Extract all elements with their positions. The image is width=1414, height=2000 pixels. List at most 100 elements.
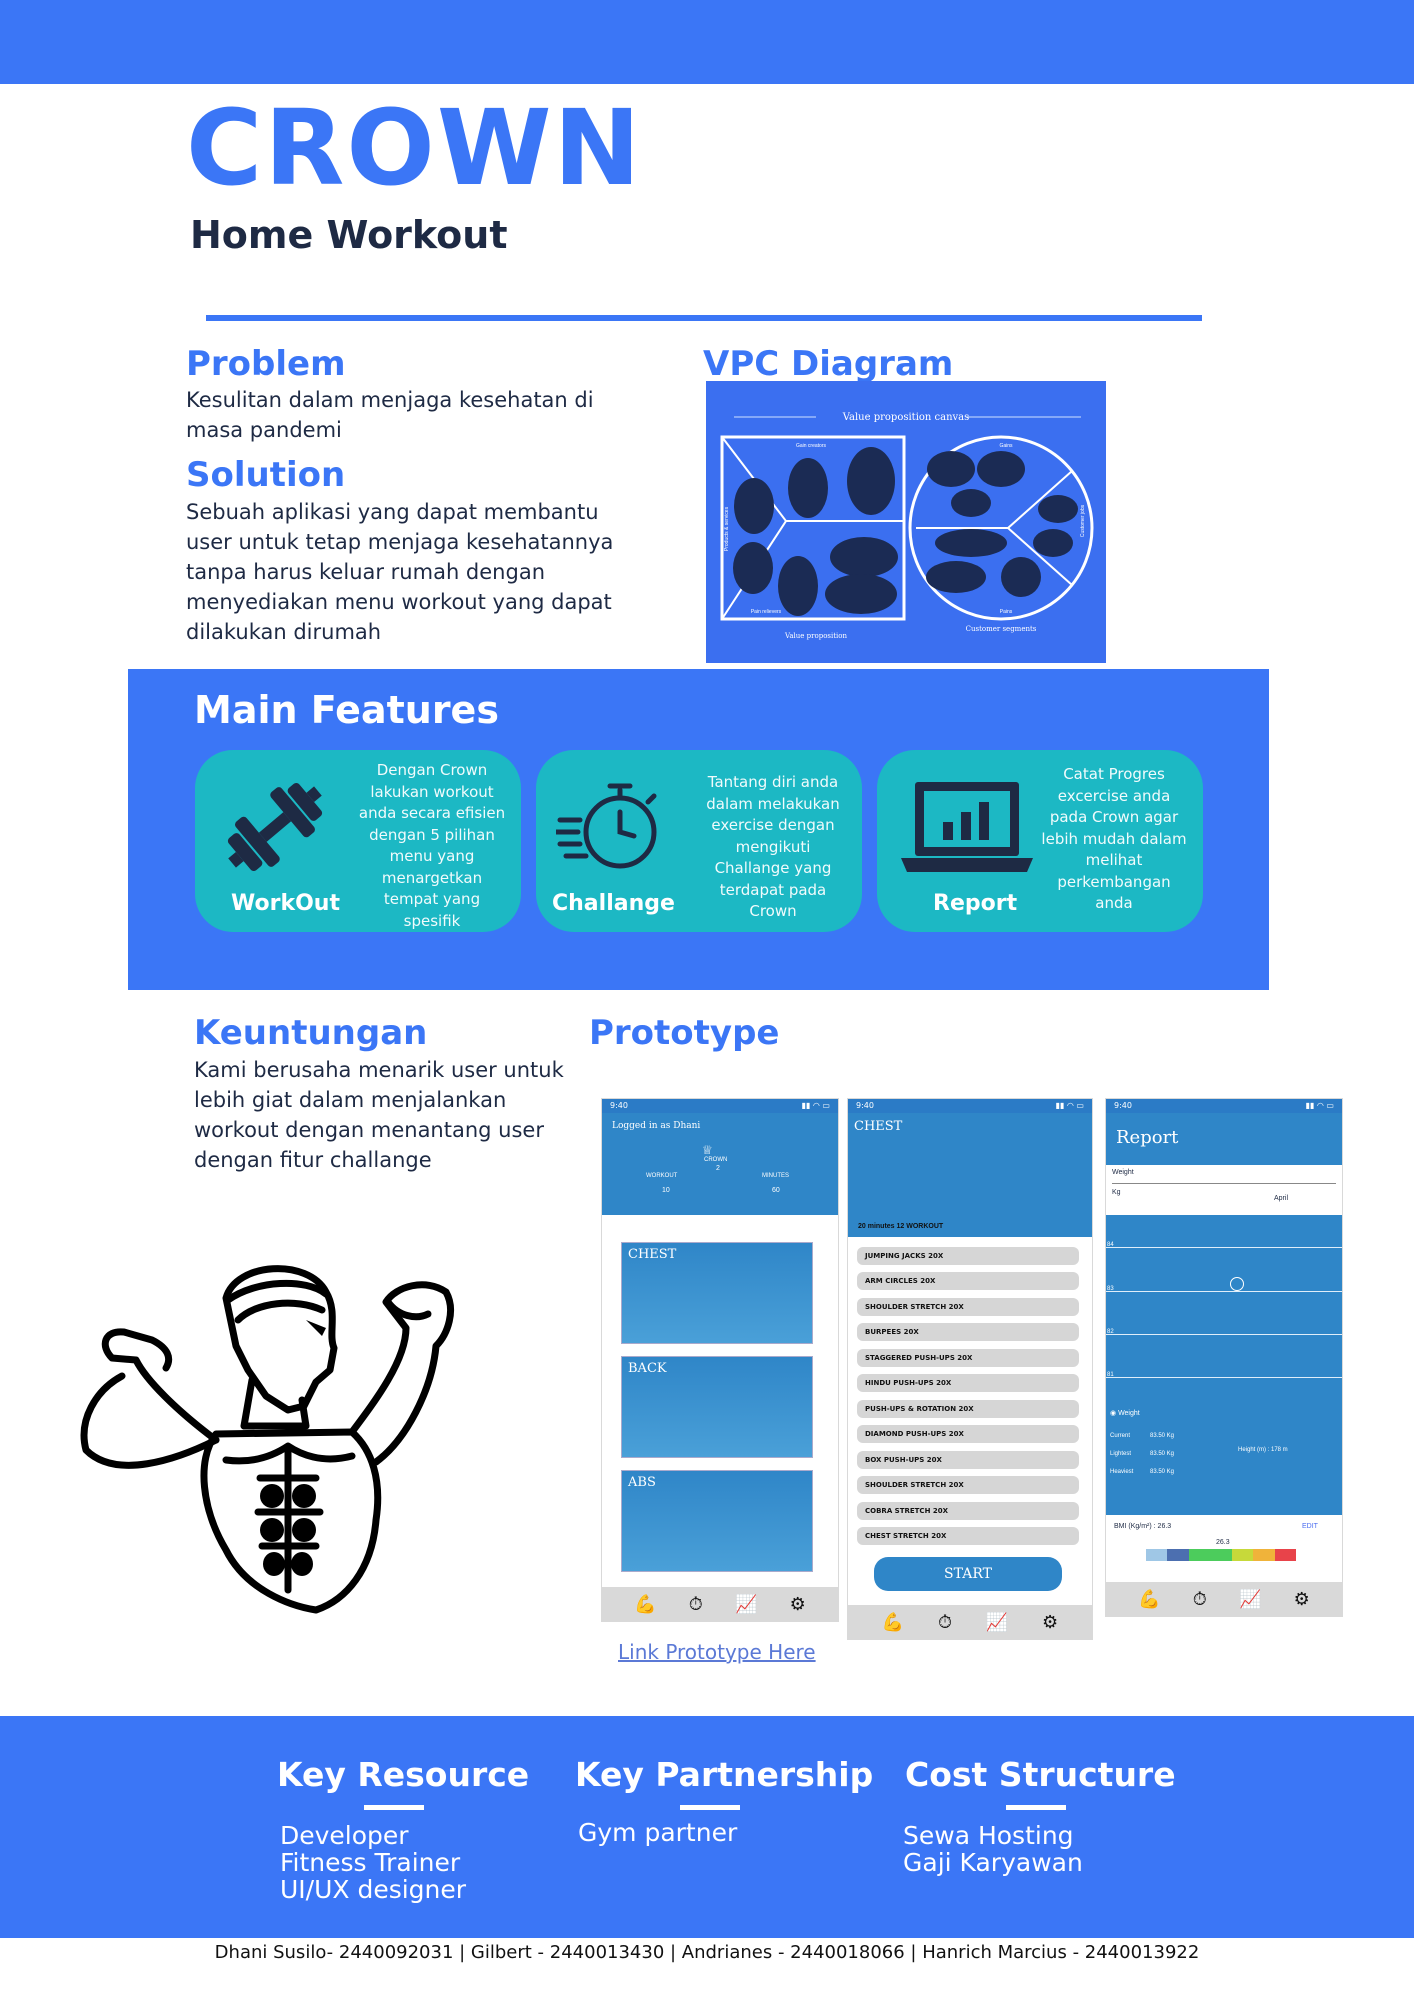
- cost-structure-title: Cost Structure: [905, 1755, 1176, 1794]
- feature-label-workout: WorkOut: [231, 891, 340, 916]
- stats-labels: Current Lightest Heaviest: [1110, 1433, 1134, 1475]
- exercise-row[interactable]: SHOULDER STRETCH 20X: [857, 1476, 1079, 1494]
- vpc-products: Products & services: [724, 506, 730, 551]
- level-value: 2: [716, 1165, 720, 1172]
- stopwatch-icon: [556, 783, 657, 869]
- key-partnership-list: Gym partner: [578, 1819, 737, 1846]
- tile-abs[interactable]: ABS: [621, 1470, 813, 1572]
- divider: [206, 315, 1202, 321]
- list-item: UI/UX designer: [280, 1875, 467, 1904]
- feature-desc-workout: Dengan Crown lakukan workout anda secara…: [358, 761, 506, 930]
- report-chart-panel: 84 83 82 81 ◉ Weight Current Lightest He…: [1106, 1215, 1342, 1515]
- cost-structure-underline: [1006, 1805, 1066, 1810]
- exercise-row[interactable]: ARM CIRCLES 20X: [857, 1272, 1079, 1290]
- exercise-row[interactable]: COBRA STRETCH 20X: [857, 1502, 1079, 1520]
- solution-text: Sebuah aplikasi yang dapat membantu user…: [186, 500, 614, 644]
- brand-title: CROWN: [186, 87, 643, 209]
- keuntungan-title: Keuntungan: [194, 1013, 428, 1053]
- main-features-title: Main Features: [194, 688, 499, 732]
- feature-desc-report: Catat Progres excercise anda pada Crown …: [1041, 765, 1187, 912]
- exercise-row[interactable]: JUMPING JACKS 20X: [857, 1247, 1079, 1265]
- bmi-text: BMI (Kg/m²) : 26.3: [1114, 1523, 1172, 1530]
- nav-settings-icon[interactable]: ⚙: [1294, 1589, 1310, 1610]
- workout-label: WORKOUT: [646, 1173, 678, 1179]
- nav-chart-icon[interactable]: 📈: [986, 1612, 1008, 1633]
- minutes-value: 60: [772, 1187, 780, 1194]
- list-item: Sewa Hosting: [903, 1821, 1074, 1850]
- nav-workout-icon[interactable]: 💪: [882, 1612, 904, 1633]
- brand-subtitle: Home Workout: [190, 213, 508, 257]
- nav-chart-icon[interactable]: 📈: [1239, 1589, 1261, 1610]
- signal-icon: ▮▮ ◠ ▭: [1305, 1101, 1334, 1110]
- bmi-scale: [1146, 1549, 1296, 1561]
- minutes-label: MINUTES: [762, 1173, 789, 1179]
- unit-label: Kg: [1112, 1189, 1121, 1196]
- signal-icon: ▮▮ ◠ ▭: [1055, 1101, 1084, 1110]
- feature-label-challange: Challange: [552, 891, 675, 916]
- chest-header: CHEST 20 minutes 12 WORKOUT: [848, 1113, 1092, 1237]
- edit-link[interactable]: EDIT: [1302, 1523, 1318, 1530]
- key-partnership-title: Key Partnership: [575, 1755, 874, 1794]
- tile-chest[interactable]: CHEST: [621, 1242, 813, 1344]
- exercise-row[interactable]: HINDU PUSH-UPS 20X: [857, 1374, 1079, 1392]
- height-text: Height (m) : 178 m: [1238, 1447, 1288, 1453]
- nav-settings-icon[interactable]: ⚙: [1042, 1612, 1058, 1633]
- nav-timer-icon[interactable]: ⏱: [938, 1612, 952, 1633]
- exercise-row[interactable]: BOX PUSH-UPS 20X: [857, 1451, 1079, 1469]
- nav-timer-icon[interactable]: ⏱: [1193, 1589, 1207, 1610]
- nav-workout-icon[interactable]: 💪: [634, 1594, 656, 1615]
- top-banner: [0, 0, 1414, 84]
- vpc-title: VPC Diagram: [703, 344, 954, 384]
- y-tick: 83: [1107, 1286, 1114, 1292]
- cost-structure-list: Sewa Hosting Gaji Karyawan: [903, 1822, 1083, 1876]
- exercise-row[interactable]: PUSH-UPS & ROTATION 20X: [857, 1400, 1079, 1418]
- vpc-diagram: Value proposition canvas Gain creators G…: [706, 381, 1106, 663]
- nav-timer-icon[interactable]: ⏱: [689, 1594, 703, 1615]
- list-item: Fitness Trainer: [280, 1848, 461, 1877]
- footer-credits: Dhani Susilo- 2440092031 | Gilbert - 244…: [214, 1942, 1200, 1963]
- list-item: Gym partner: [578, 1818, 738, 1847]
- muscle-man-illustration: [80, 1265, 454, 1614]
- feature-desc-challange: Tantang diri anda dalam melakukan exerci…: [706, 773, 840, 920]
- y-tick: 84: [1107, 1242, 1114, 1248]
- prototype-screen-report: 9:40 ▮▮ ◠ ▭ Report Weight Kg April 84 83 …: [1106, 1099, 1342, 1616]
- key-partnership-underline: [680, 1805, 740, 1810]
- exercise-row[interactable]: DIAMOND PUSH-UPS 20X: [857, 1425, 1079, 1443]
- weight-label: Weight: [1112, 1169, 1134, 1176]
- legend-icon: ◉: [1110, 1410, 1119, 1417]
- month-label: April: [1274, 1195, 1289, 1202]
- y-tick: 82: [1107, 1329, 1114, 1335]
- legend-label: Weight: [1118, 1410, 1140, 1417]
- solution-title: Solution: [186, 455, 346, 495]
- nav-workout-icon[interactable]: 💪: [1138, 1589, 1160, 1610]
- feature-label-report: Report: [933, 891, 1018, 916]
- bmi-value: 26.3: [1216, 1539, 1230, 1546]
- exercise-row[interactable]: CHEST STRETCH 20X: [857, 1527, 1079, 1545]
- exercise-row[interactable]: BURPEES 20X: [857, 1323, 1079, 1341]
- data-point: [1230, 1277, 1244, 1291]
- status-bar: 9:40 ▮▮ ◠ ▭: [602, 1099, 838, 1113]
- exercise-row[interactable]: STAGGERED PUSH-UPS 20X: [857, 1349, 1079, 1367]
- bottom-nav: 💪 ⏱ 📈 ⚙: [848, 1605, 1092, 1639]
- nav-settings-icon[interactable]: ⚙: [790, 1594, 806, 1615]
- start-button[interactable]: START: [874, 1557, 1062, 1591]
- vpc-gains: Gains: [999, 443, 1013, 449]
- crown-label: CROWN: [704, 1157, 728, 1163]
- exercise-row[interactable]: SHOULDER STRETCH 20X: [857, 1298, 1079, 1316]
- bottom-nav: 💪 ⏱ 📈 ⚙: [1106, 1582, 1342, 1616]
- y-tick: 81: [1107, 1372, 1114, 1378]
- key-resource-title: Key Resource: [277, 1755, 530, 1794]
- chest-title: CHEST: [854, 1119, 903, 1134]
- bottom-nav: 💪 ⏱ 📈 ⚙: [602, 1587, 838, 1621]
- vpc-canvas-title: Value proposition canvas: [842, 412, 970, 423]
- key-resource-list: Developer Fitness Trainer UI/UX designer: [280, 1822, 466, 1903]
- vpc-customer-segments: Customer segments: [966, 625, 1037, 633]
- prototype-link[interactable]: Link Prototype Here: [618, 1640, 816, 1664]
- vpc-pains: Pains: [1000, 609, 1013, 615]
- tile-back[interactable]: BACK: [621, 1356, 813, 1458]
- vpc-pain-relievers: Pain relievers: [751, 609, 782, 615]
- nav-chart-icon[interactable]: 📈: [735, 1594, 757, 1615]
- list-item: Gaji Karyawan: [903, 1848, 1083, 1877]
- prototype-screen-chest: 9:40 ▮▮ ◠ ▭ CHEST 20 minutes 12 WORKOUT J…: [848, 1099, 1092, 1639]
- key-resource-underline: [364, 1805, 424, 1810]
